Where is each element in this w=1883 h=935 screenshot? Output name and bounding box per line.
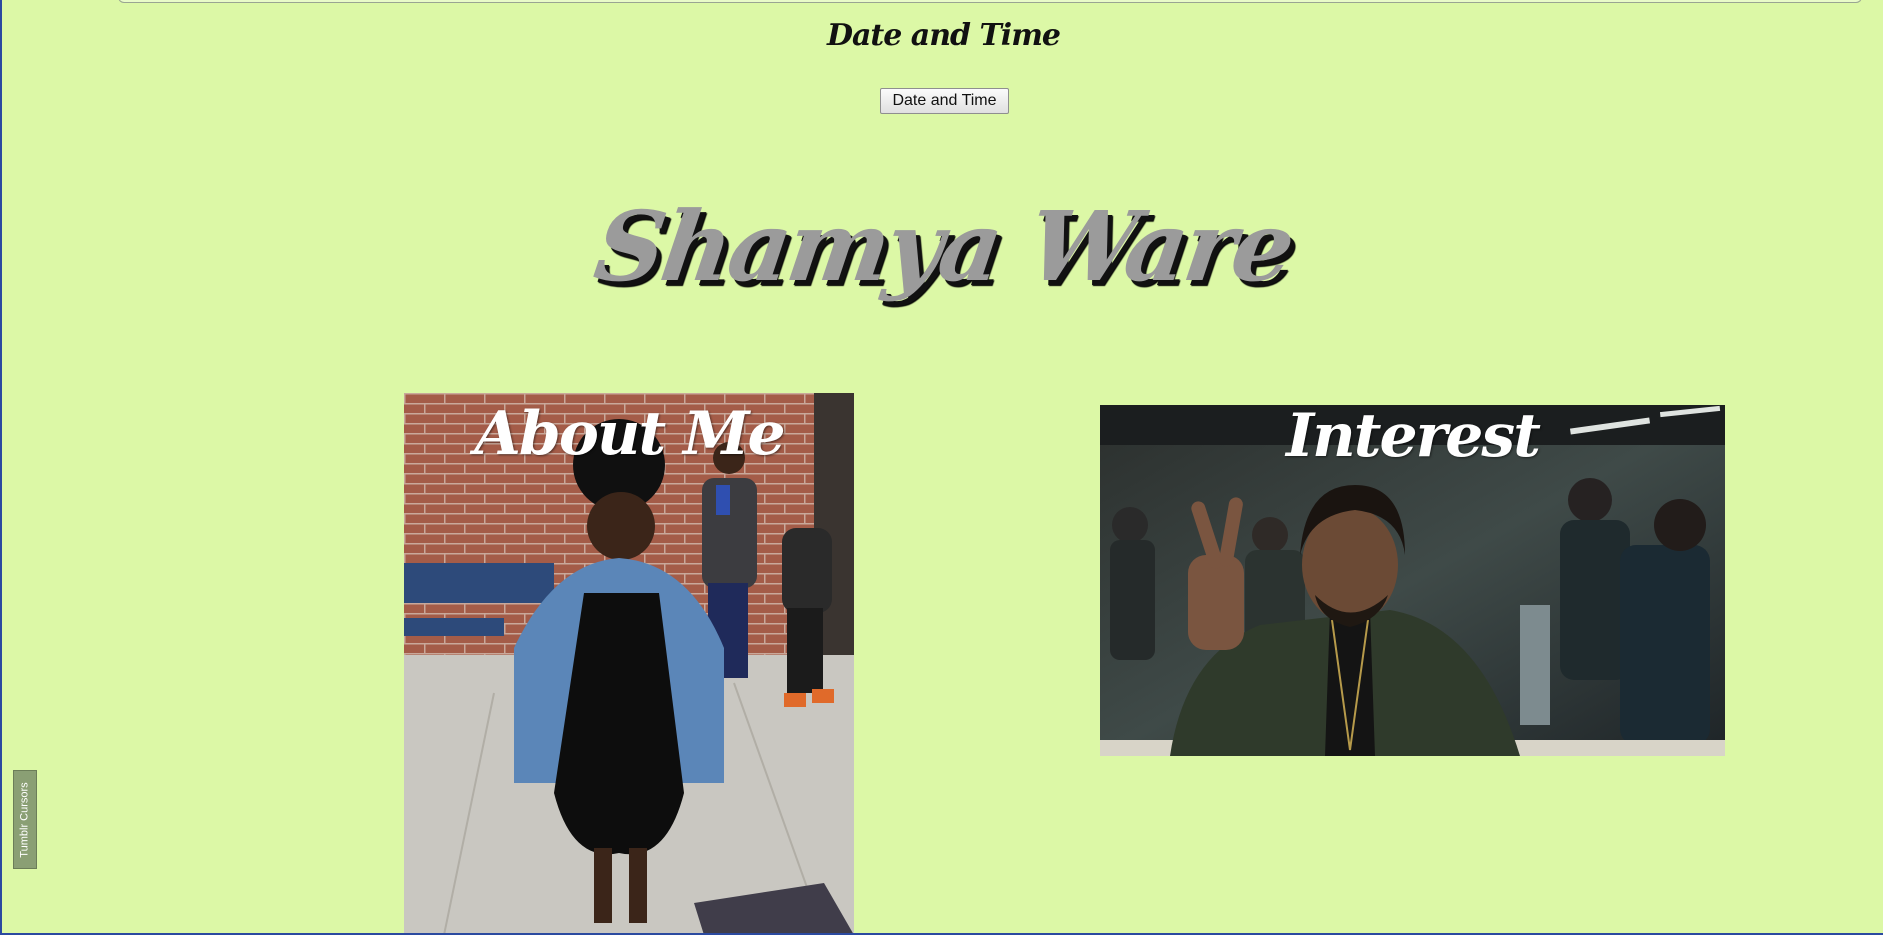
page-title: Shamya Ware xyxy=(588,190,1299,303)
datetime-button[interactable]: Date and Time xyxy=(880,88,1009,114)
about-me-card[interactable]: About Me xyxy=(404,393,854,933)
page: Date and Time Date and Time Shamya Ware xyxy=(0,0,1883,935)
about-me-label: About Me xyxy=(474,399,785,469)
interest-label: Interest xyxy=(1286,405,1541,471)
tumblr-cursors-tab[interactable]: Tumblr Cursors xyxy=(13,770,37,869)
tumblr-cursors-label: Tumblr Cursors xyxy=(19,781,32,858)
interest-card[interactable]: Interest xyxy=(1100,405,1725,756)
datetime-heading: Date and Time xyxy=(826,18,1061,53)
browser-address-bar-edge xyxy=(118,0,1862,3)
about-me-photo xyxy=(404,393,854,933)
